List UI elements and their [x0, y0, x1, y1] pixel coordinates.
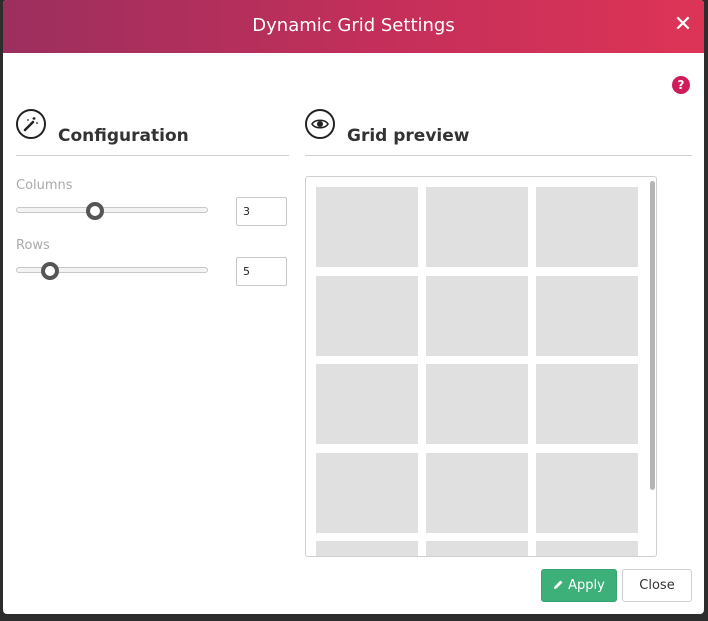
columns-slider-thumb[interactable]	[86, 202, 104, 220]
configuration-title: Configuration	[58, 126, 189, 146]
dialog-header: Dynamic Grid Settings ✕	[3, 0, 704, 53]
apply-button[interactable]: Apply	[541, 569, 617, 602]
grid-preview-cell	[316, 187, 418, 267]
grid-preview-cell	[316, 541, 418, 556]
eye-icon	[305, 109, 335, 139]
help-icon[interactable]: ?	[672, 76, 690, 94]
grid-preview-cell	[536, 275, 638, 356]
close-button[interactable]: Close	[622, 569, 692, 602]
grid-preview-cell	[426, 187, 528, 267]
grid-preview-cell	[316, 364, 418, 444]
grid-preview-title: Grid preview	[347, 126, 470, 146]
grid-preview-cell	[426, 541, 528, 556]
grid-settings-dialog: Dynamic Grid Settings ✕ ? Configuration …	[3, 0, 704, 614]
magic-wand-icon	[16, 109, 46, 139]
grid-preview-cell	[426, 452, 528, 533]
rows-label: Rows	[16, 238, 50, 253]
rows-input[interactable]	[236, 257, 287, 286]
grid-preview-cell	[316, 275, 418, 356]
configuration-divider	[16, 155, 289, 156]
grid-preview-cell	[536, 187, 638, 267]
columns-input[interactable]	[236, 197, 287, 226]
close-icon[interactable]: ✕	[672, 14, 694, 36]
columns-label: Columns	[16, 178, 73, 193]
grid-preview-cell	[536, 364, 638, 444]
preview-scrollbar[interactable]	[650, 181, 655, 490]
grid-preview-cell	[316, 452, 418, 533]
rows-slider-thumb[interactable]	[41, 262, 59, 280]
grid-preview-cell	[536, 541, 638, 556]
dialog-title: Dynamic Grid Settings	[252, 15, 455, 36]
grid-preview-cell	[536, 452, 638, 533]
grid-preview-area[interactable]	[305, 176, 657, 557]
grid-preview-divider	[305, 155, 692, 156]
apply-label: Apply	[568, 578, 605, 593]
grid-preview-cell	[426, 364, 528, 444]
grid-preview-cell	[426, 275, 528, 356]
columns-slider-track[interactable]	[16, 207, 208, 213]
pencil-icon	[553, 570, 564, 601]
